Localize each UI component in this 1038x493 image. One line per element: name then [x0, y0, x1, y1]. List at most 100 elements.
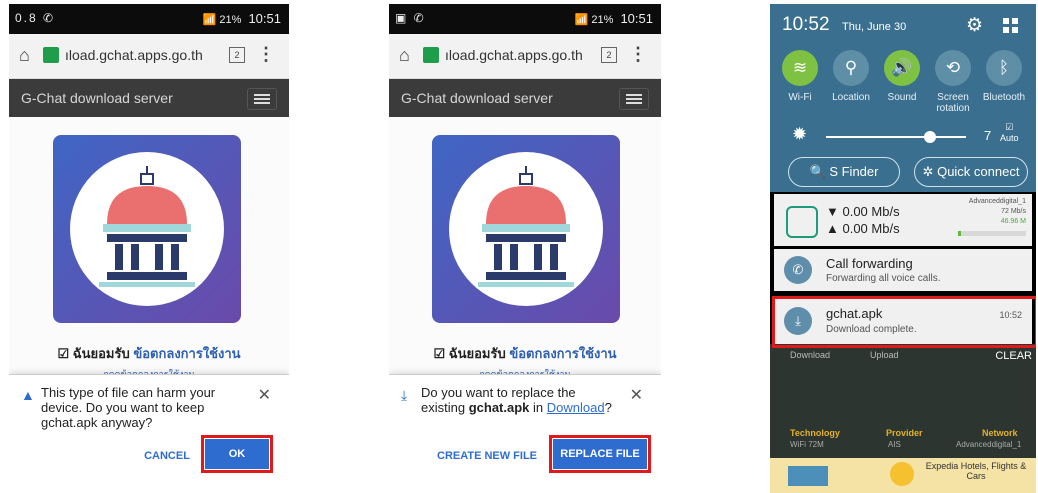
notification-shade-header: 10:52 Thu, June 30 ⚙ ≋ Wi-Fi ⚲ Location 🔊 S…	[770, 4, 1036, 192]
quick-connect-icon: ✲	[922, 164, 934, 179]
lock-icon	[43, 47, 59, 64]
status-left-indicators: 0.8 ✆	[15, 11, 56, 25]
expedia-icon	[890, 462, 914, 486]
url-bar[interactable]: ıload.gchat.apps.go.th	[43, 42, 213, 68]
brightness-slider-handle[interactable]	[924, 131, 936, 143]
browser-toolbar: ⌂ ıload.gchat.apps.go.th 2 ⋮	[9, 34, 289, 79]
quick-toggle-label: Location	[832, 92, 870, 103]
wifi-icon: ≋	[782, 50, 818, 86]
terms-link[interactable]: ข้อตกลงการใช้งาน	[133, 346, 240, 361]
site-header: G-Chat download server	[389, 79, 661, 117]
download-warning-dialog: ▲ This type of file can harm your device…	[9, 374, 289, 493]
speed-meter-icon	[786, 206, 818, 238]
location-icon: ⚲	[833, 50, 869, 86]
ad-banner[interactable]: Expedia Hotels, Flights & Cars	[770, 458, 1036, 493]
close-icon[interactable]: ✕	[258, 385, 271, 405]
site-title: G-Chat download server	[401, 90, 553, 106]
status-clock: 10:51	[248, 11, 281, 26]
notification-subtitle: Forwarding all voice calls.	[826, 273, 941, 284]
hamburger-menu-icon[interactable]	[619, 88, 649, 110]
battery-percent: 21%	[219, 14, 242, 26]
notification-title: Call forwarding	[826, 256, 913, 271]
government-building-icon	[99, 166, 195, 287]
dialog-text-end: ?	[604, 400, 612, 415]
quick-toggle-label: Screen rotation	[936, 92, 970, 114]
quick-toggle-location[interactable]: ⚲ Location	[825, 50, 877, 103]
battery-percent: 21%	[591, 14, 614, 26]
status-bar: 0.8 ✆ 📶 21% 10:51	[9, 4, 289, 34]
download-folder-link[interactable]: Download	[547, 400, 605, 415]
agree-checkbox[interactable]: ☑ ฉันยอมรับ ข้อตกลงการใช้งาน	[389, 343, 661, 364]
ad-thumbnail	[788, 466, 828, 486]
background-row-labels: Download Upload	[790, 350, 899, 360]
close-icon[interactable]: ✕	[630, 385, 643, 405]
gchat-logo	[53, 135, 241, 323]
create-new-file-button[interactable]: CREATE NEW FILE	[437, 450, 537, 462]
warning-icon: ▲	[21, 387, 35, 403]
overflow-menu-icon[interactable]: ⋮	[257, 44, 275, 65]
replace-file-dialog: ⤓ Do you want to replace the existing gc…	[389, 374, 661, 493]
logo-circle	[70, 152, 224, 306]
phone-screen-left: 0.8 ✆ 📶 21% 10:51 ⌂ ıload.gchat.apps.go.…	[9, 4, 289, 493]
site-header: G-Chat download server	[9, 79, 289, 117]
ok-button[interactable]: OK	[201, 435, 273, 473]
upload-speed: ▲ 0.00 Mb/s	[826, 221, 900, 236]
call-forwarding-notification[interactable]: ✆ Call forwarding Forwarding all voice c…	[774, 249, 1032, 291]
quick-toggle-label: Sound	[887, 92, 917, 103]
phone-screen-right: 10:52 Thu, June 30 ⚙ ≋ Wi-Fi ⚲ Location 🔊 S…	[770, 4, 1036, 493]
quick-connect-button[interactable]: ✲ Quick connect	[914, 157, 1028, 187]
network-speed-notification[interactable]: ▼ 0.00 Mb/s ▲ 0.00 Mb/s Advanceddigital_…	[774, 194, 1032, 246]
ad-text: Expedia Hotels, Flights & Cars	[925, 461, 1027, 481]
replace-file-button[interactable]: REPLACE FILE	[549, 435, 651, 473]
clear-button[interactable]: CLEAR	[995, 350, 1032, 362]
hamburger-menu-icon[interactable]	[247, 88, 277, 110]
background-app: Download Upload CLEAR Technology Provide…	[770, 344, 1036, 493]
quick-toggle-sound[interactable]: 🔊 Sound	[876, 50, 928, 103]
shade-date: Thu, June 30	[842, 21, 907, 33]
gear-icon[interactable]: ⚙	[966, 14, 983, 37]
brightness-auto-label: Auto	[1000, 133, 1019, 143]
agree-checkbox[interactable]: ☑ ฉันยอมรับ ข้อตกลงการใช้งาน	[9, 343, 289, 364]
brightness-slider[interactable]	[826, 136, 966, 138]
screen-rotation-icon: ⟲	[935, 50, 971, 86]
brightness-auto-checkbox[interactable]: ☑ Auto	[1000, 122, 1019, 143]
url-text: ıload.gchat.apps.go.th	[65, 47, 203, 63]
tab-count-button[interactable]: 2	[229, 47, 245, 63]
url-text: ıload.gchat.apps.go.th	[445, 47, 583, 63]
dialog-message: This type of file can harm your device. …	[41, 385, 216, 430]
highlight-box	[772, 296, 1036, 348]
tab-count-button[interactable]: 2	[601, 47, 617, 63]
quick-toggle-label: Wi-Fi	[788, 92, 812, 103]
download-icon: ⤓	[401, 387, 408, 403]
overflow-menu-icon[interactable]: ⋮	[629, 44, 647, 65]
grid-edit-icon[interactable]	[1003, 18, 1019, 34]
search-icon: 🔍	[809, 164, 826, 179]
bluetooth-icon: ᛒ	[986, 50, 1022, 86]
status-bar: ▣ ✆ 📶 21% 10:51	[389, 4, 661, 34]
dialog-text-in: in	[529, 400, 547, 415]
terms-link[interactable]: ข้อตกลงการใช้งาน	[509, 346, 616, 361]
quick-toggle-label: Bluetooth	[982, 92, 1026, 103]
quick-toggle-wifi[interactable]: ≋ Wi-Fi	[774, 50, 826, 103]
home-icon[interactable]: ⌂	[19, 45, 30, 66]
download-speed: ▼ 0.00 Mb/s	[826, 204, 900, 219]
sound-icon: 🔊	[884, 50, 920, 86]
brightness-value: 7	[984, 128, 992, 143]
quick-toggle-bluetooth[interactable]: ᛒ Bluetooth	[978, 50, 1030, 103]
url-bar[interactable]: ıload.gchat.apps.go.th	[423, 42, 593, 68]
cancel-button[interactable]: CANCEL	[143, 450, 191, 462]
s-finder-button[interactable]: 🔍 S Finder	[788, 157, 900, 187]
status-right-indicators: 📶 21% 10:51	[574, 11, 653, 26]
s-finder-label: S Finder	[829, 164, 879, 179]
page-content: ☑ ฉันยอมรับ ข้อตกลงการใช้งาน กดดูข้อตกลง…	[389, 117, 661, 493]
quick-toggle-rotation[interactable]: ⟲ Screen rotation	[927, 50, 979, 114]
dialog-filename: gchat.apk	[468, 400, 530, 415]
status-clock: 10:51	[620, 11, 653, 26]
home-icon[interactable]: ⌂	[399, 45, 410, 66]
data-usage-bar	[958, 231, 1026, 236]
gchat-logo	[432, 135, 620, 323]
agree-label: ☑ ฉันยอมรับ	[57, 346, 130, 361]
site-title: G-Chat download server	[21, 90, 173, 106]
phone-screen-middle: ▣ ✆ 📶 21% 10:51 ⌂ ıload.gchat.apps.go.th…	[389, 4, 661, 493]
brightness-control: ✹ 7 ☑ Auto	[784, 122, 1026, 152]
